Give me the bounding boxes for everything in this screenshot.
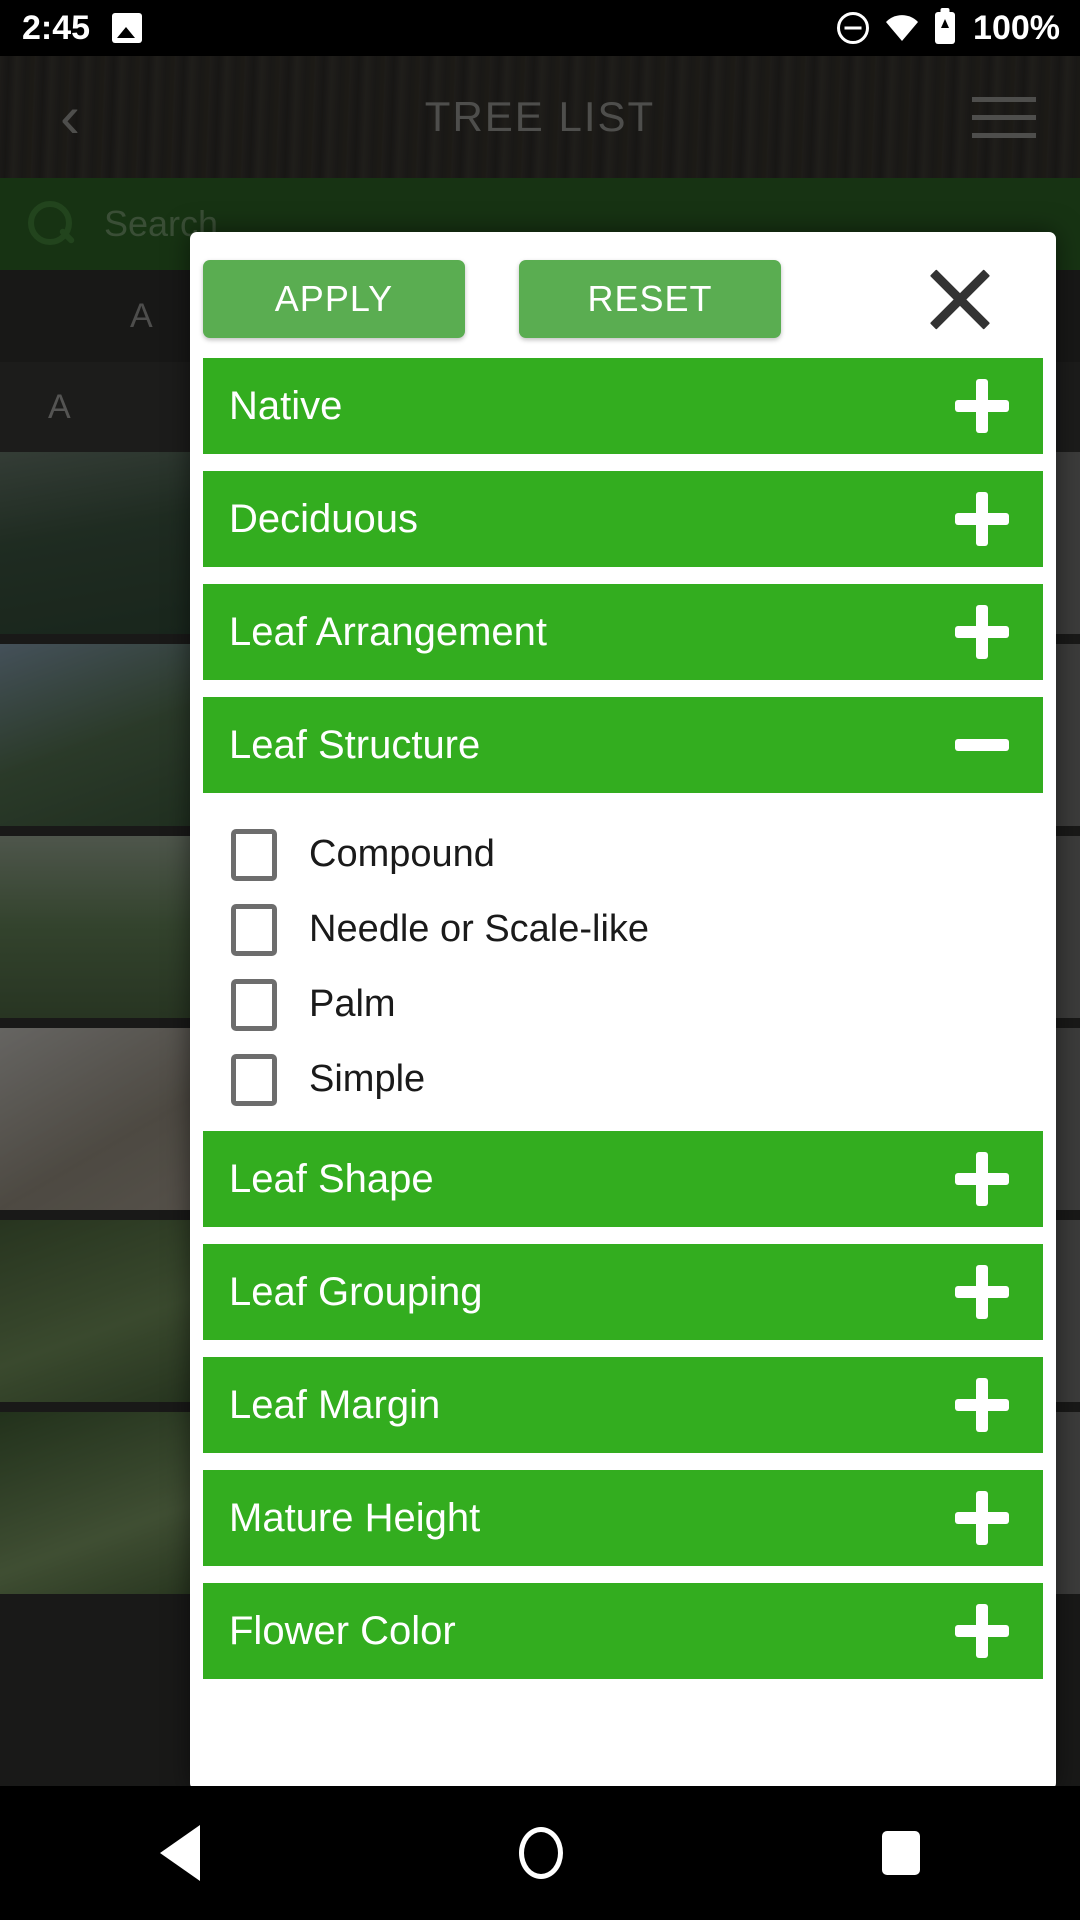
checkbox-option-needle-or-scale-like[interactable]: Needle or Scale-like xyxy=(203,892,1043,967)
filter-section-label: Leaf Structure xyxy=(229,722,481,767)
filter-section-label: Native xyxy=(229,383,343,428)
filter-section-label: Leaf Grouping xyxy=(229,1269,483,1314)
status-bar-system-icons: 100% xyxy=(837,9,1060,48)
filter-section-label: Leaf Margin xyxy=(229,1382,441,1427)
image-icon xyxy=(112,13,143,43)
status-bar: 2:45 100% xyxy=(0,0,1080,56)
filter-section-leaf-structure[interactable]: Leaf Structure xyxy=(203,697,1043,793)
checkbox-icon[interactable] xyxy=(231,828,277,881)
checkbox-label: Needle or Scale-like xyxy=(309,908,650,950)
filter-options-leaf-structure: Compound Needle or Scale-like Palm Simpl… xyxy=(203,793,1043,1131)
filter-section-deciduous[interactable]: Deciduous xyxy=(203,471,1043,567)
filter-section-leaf-grouping[interactable]: Leaf Grouping xyxy=(203,1244,1043,1340)
filter-section-leaf-arrangement[interactable]: Leaf Arrangement xyxy=(203,584,1043,680)
filter-section-flower-color[interactable]: Flower Color xyxy=(203,1583,1043,1679)
reset-button[interactable]: RESET xyxy=(519,260,781,338)
checkbox-label: Simple xyxy=(309,1058,426,1100)
status-bar-notification-icons xyxy=(112,13,143,43)
checkbox-icon[interactable] xyxy=(231,978,277,1031)
filter-section-native[interactable]: Native xyxy=(203,358,1043,454)
battery-charging-icon xyxy=(935,12,956,44)
wifi-icon xyxy=(885,14,919,42)
plus-icon xyxy=(955,1152,1009,1206)
filter-section-label: Mature Height xyxy=(229,1495,481,1540)
checkbox-label: Palm xyxy=(309,983,396,1025)
screen: 2:45 100% ‹ TREE LIST Search A B A xyxy=(0,0,1080,1920)
apply-button[interactable]: APPLY xyxy=(203,260,465,338)
minus-icon xyxy=(955,718,1009,772)
close-icon[interactable] xyxy=(922,261,998,337)
back-icon[interactable] xyxy=(159,1825,200,1881)
filter-section-label: Flower Color xyxy=(229,1608,456,1653)
checkbox-option-compound[interactable]: Compound xyxy=(203,817,1043,892)
plus-icon xyxy=(955,1265,1009,1319)
plus-icon xyxy=(955,492,1009,546)
checkbox-icon[interactable] xyxy=(231,1053,277,1106)
battery-percent-label: 100% xyxy=(973,8,1060,47)
checkbox-option-palm[interactable]: Palm xyxy=(203,967,1043,1042)
plus-icon xyxy=(955,379,1009,433)
plus-icon xyxy=(955,1491,1009,1545)
checkbox-label: Compound xyxy=(309,833,495,875)
checkbox-icon[interactable] xyxy=(231,903,277,956)
recents-icon[interactable] xyxy=(882,1831,921,1875)
checkbox-option-simple[interactable]: Simple xyxy=(203,1042,1043,1117)
plus-icon xyxy=(955,605,1009,659)
status-bar-clock: 2:45 xyxy=(22,8,91,47)
filter-accordion-list: Native Deciduous Leaf Arrangement Leaf S… xyxy=(190,358,1056,1679)
plus-icon xyxy=(955,1378,1009,1432)
filter-dialog: APPLY RESET Native Deciduous Leaf Arrang… xyxy=(190,232,1056,1790)
filter-section-leaf-margin[interactable]: Leaf Margin xyxy=(203,1357,1043,1453)
home-icon[interactable] xyxy=(518,1827,563,1879)
android-navigation-bar xyxy=(0,1786,1080,1920)
filter-section-label: Leaf Arrangement xyxy=(229,609,547,654)
filter-dialog-actions: APPLY RESET xyxy=(190,232,1056,358)
filter-section-label: Leaf Shape xyxy=(229,1156,434,1201)
plus-icon xyxy=(955,1604,1009,1658)
filter-section-label: Deciduous xyxy=(229,496,419,541)
filter-section-leaf-shape[interactable]: Leaf Shape xyxy=(203,1131,1043,1227)
do-not-disturb-icon xyxy=(837,12,870,44)
filter-section-mature-height[interactable]: Mature Height xyxy=(203,1470,1043,1566)
